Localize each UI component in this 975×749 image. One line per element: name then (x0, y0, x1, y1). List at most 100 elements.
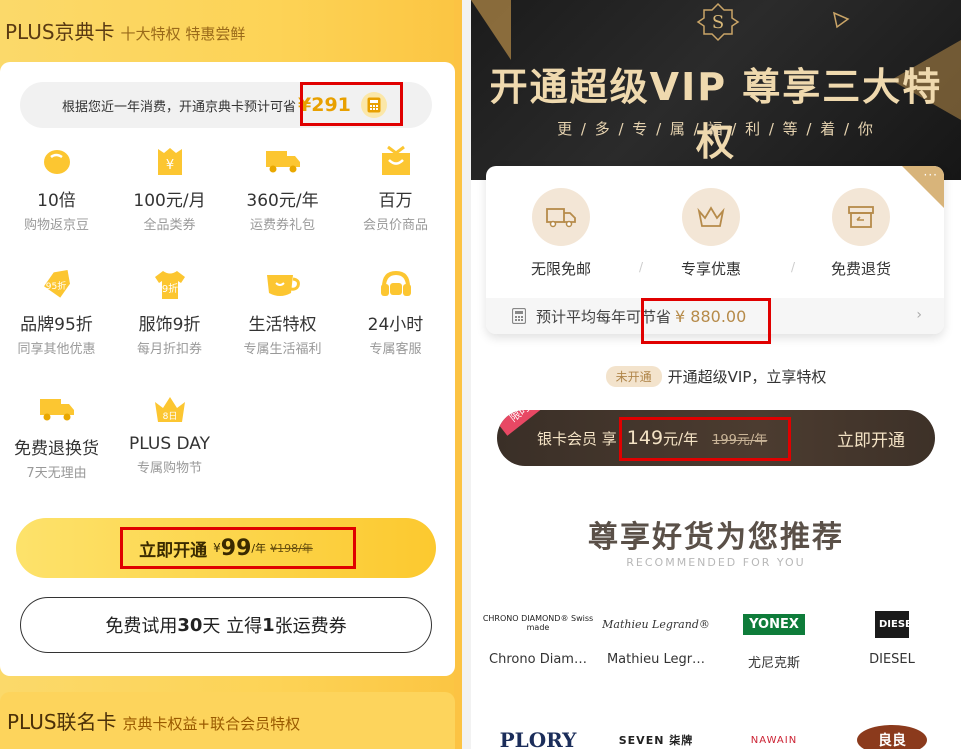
crown-icon (682, 188, 740, 246)
brand-item[interactable]: DIESEL DIESEL (833, 606, 951, 667)
coupon-yen-icon: ¥ (152, 144, 188, 178)
benefit-title: 服饰9折 (138, 315, 201, 335)
benefit-life[interactable]: 生活特权 专属生活福利 (226, 268, 339, 357)
calculator-icon (512, 308, 526, 324)
benefit-desc: 购物返京豆 (23, 218, 89, 233)
truck-icon (532, 188, 590, 246)
screen-root: PLUS京典卡 十大特权 特惠尝鲜 根据您近一年消费，开通京典卡预计可省 ¥29… (0, 0, 975, 749)
benefit-free-return[interactable]: 免费退换货 7天无理由 (0, 392, 113, 481)
co-brand-title: PLUS联名卡 (7, 710, 117, 734)
trial-text-post: 张运费券 (274, 616, 347, 637)
benefit-service[interactable]: 24小时 专属客服 (339, 268, 452, 357)
brand-item[interactable]: CHRONO DIAMOND® Swiss made Chrono Diam… (479, 606, 597, 667)
recommend-title: 尊享好货为您推荐 (588, 520, 844, 555)
benefit-desc: 专属客服 (369, 342, 422, 357)
brand-logo: 良良 (833, 722, 951, 749)
benefit-jingdou[interactable]: 10倍 购物返京豆 (0, 144, 113, 233)
svg-text:8日: 8日 (162, 411, 177, 422)
benefit-coupon[interactable]: ¥ 100元/月 全品类券 (113, 144, 226, 233)
co-brand-card[interactable]: PLUS联名卡 京典卡权益+联合会员特权 (0, 692, 455, 749)
co-brand-header: PLUS联名卡 京典卡权益+联合会员特权 (7, 706, 300, 735)
gold-shard (471, 0, 511, 60)
benefit-desc: 7天无理由 (26, 466, 87, 481)
benefit-desc: 专属购物节 (136, 461, 202, 476)
panel-divider (462, 0, 471, 749)
brand-logo: DIESEL (833, 606, 951, 642)
plus-card: 根据您近一年消费，开通京典卡预计可省 ¥291 10倍 购物返京豆 ¥ 100元… (0, 62, 455, 676)
svg-text:95折: 95折 (45, 280, 65, 292)
vip-panel: S 开通超级VIP 尊享三大特权 更 / 多 / 专 / 属 / 福 / 利 /… (471, 0, 975, 749)
brand-logo: Mathieu Legrand® (602, 617, 710, 631)
silver-open-label: 立即开通 (837, 430, 905, 451)
benefit-plus-day[interactable]: 8日 PLUS DAY 专属购物节 (113, 392, 226, 476)
return-box-icon (832, 188, 890, 246)
brand-item[interactable]: PLORY (479, 722, 597, 749)
brand-logo: NAWAIN (750, 734, 798, 746)
highlight-box (300, 82, 403, 126)
brand-item[interactable]: Mathieu Legrand® Mathieu Legr… (597, 606, 715, 668)
bean-icon (39, 144, 75, 178)
benefit-desc: 每月折扣券 (136, 342, 202, 357)
vip-feature-discount[interactable]: 专享优惠 (636, 188, 786, 279)
status-badge: 未开通 (605, 366, 662, 387)
cup-icon (265, 268, 301, 302)
more-dots-icon[interactable]: ··· (924, 168, 938, 182)
recommend-subtitle: RECOMMENDED FOR YOU (626, 556, 806, 569)
s-badge-icon: S (694, 2, 742, 42)
benefit-desc: 运费券礼包 (249, 218, 315, 233)
plus-card-subtitle: 十大特权 特惠尝鲜 (120, 25, 246, 43)
benefit-title: 百万 (378, 191, 413, 211)
triangle-icon (832, 11, 850, 29)
benefit-title: PLUS DAY (129, 434, 210, 454)
trial-count: 1 (262, 614, 275, 636)
benefit-freight[interactable]: 360元/年 运费券礼包 (226, 144, 339, 233)
trial-text-mid: 天 立得 (202, 616, 263, 637)
svg-text:9折: 9折 (161, 282, 177, 295)
feature-label: 专享优惠 (680, 260, 741, 278)
feature-label: 无限免邮 (530, 260, 591, 278)
chevron-right-icon[interactable]: › (916, 307, 922, 323)
benefit-desc: 全品类券 (143, 218, 196, 233)
brand-name: 尤尼克斯 (747, 656, 800, 671)
vip-feature-free-return[interactable]: 免费退货 (786, 188, 936, 279)
brand-name: Chrono Diam… (489, 652, 587, 667)
vip-subtitle: 更 / 多 / 专 / 属 / 福 / 利 / 等 / 着 / 你 (557, 120, 875, 138)
feature-label: 免费退货 (830, 260, 891, 278)
shirt-icon: 9折 (152, 268, 188, 302)
brand-logo: SEVEN 柒牌 (618, 734, 694, 747)
benefit-desc: 会员价商品 (362, 218, 428, 233)
trial-days: 30 (177, 614, 203, 636)
brand-name: DIESEL (869, 652, 915, 667)
vip-status-row: 未开通 开通超级VIP，立享特权 (471, 366, 961, 387)
brand-item[interactable]: YONEX 尤尼克斯 (715, 606, 833, 671)
brand-item[interactable]: SEVEN 柒牌 (597, 722, 715, 749)
vip-banner: S 开通超级VIP 尊享三大特权 更 / 多 / 专 / 属 / 福 / 利 /… (471, 0, 961, 180)
vip-feature-free-shipping[interactable]: 无限免邮 (486, 188, 636, 279)
plus-header: PLUS京典卡 十大特权 特惠尝鲜 (5, 16, 245, 45)
benefit-title: 品牌95折 (20, 315, 93, 335)
discount-tag-icon: 95折 (39, 268, 75, 302)
highlight-box (120, 527, 356, 569)
vip-title: 开通超级VIP 尊享三大特权 (489, 65, 943, 164)
silver-label: 银卡会员 享 (537, 429, 617, 448)
benefit-member-price[interactable]: 百万 会员价商品 (339, 144, 452, 233)
crown-8-icon: 8日 (152, 392, 188, 426)
brand-name: Mathieu Legr… (606, 652, 706, 667)
plus-card-title: PLUS京典卡 (5, 20, 115, 44)
benefit-title: 生活特权 (248, 315, 317, 335)
brand-item[interactable]: NAWAIN (715, 722, 833, 749)
highlight-box (619, 417, 791, 461)
plus-panel: PLUS京典卡 十大特权 特惠尝鲜 根据您近一年消费，开通京典卡预计可省 ¥29… (0, 0, 462, 749)
brand-item[interactable]: 良良 (833, 722, 951, 749)
brand-logo: YONEX (715, 606, 833, 642)
benefit-title: 24小时 (367, 315, 424, 335)
co-brand-subtitle: 京典卡权益+联合会员特权 (122, 715, 301, 733)
highlight-box (641, 298, 771, 344)
estimate-text: 根据您近一年消费，开通京典卡预计可省 (62, 99, 297, 115)
benefit-title: 100元/月 (133, 191, 206, 211)
truck-icon (265, 144, 301, 178)
benefit-apparel[interactable]: 9折 服饰9折 每月折扣券 (113, 268, 226, 357)
free-trial-button[interactable]: 免费试用 30 天 立得 1 张运费券 (20, 597, 432, 653)
benefit-brand-discount[interactable]: 95折 品牌95折 同享其他优惠 (0, 268, 113, 357)
benefit-title: 360元/年 (246, 191, 319, 211)
